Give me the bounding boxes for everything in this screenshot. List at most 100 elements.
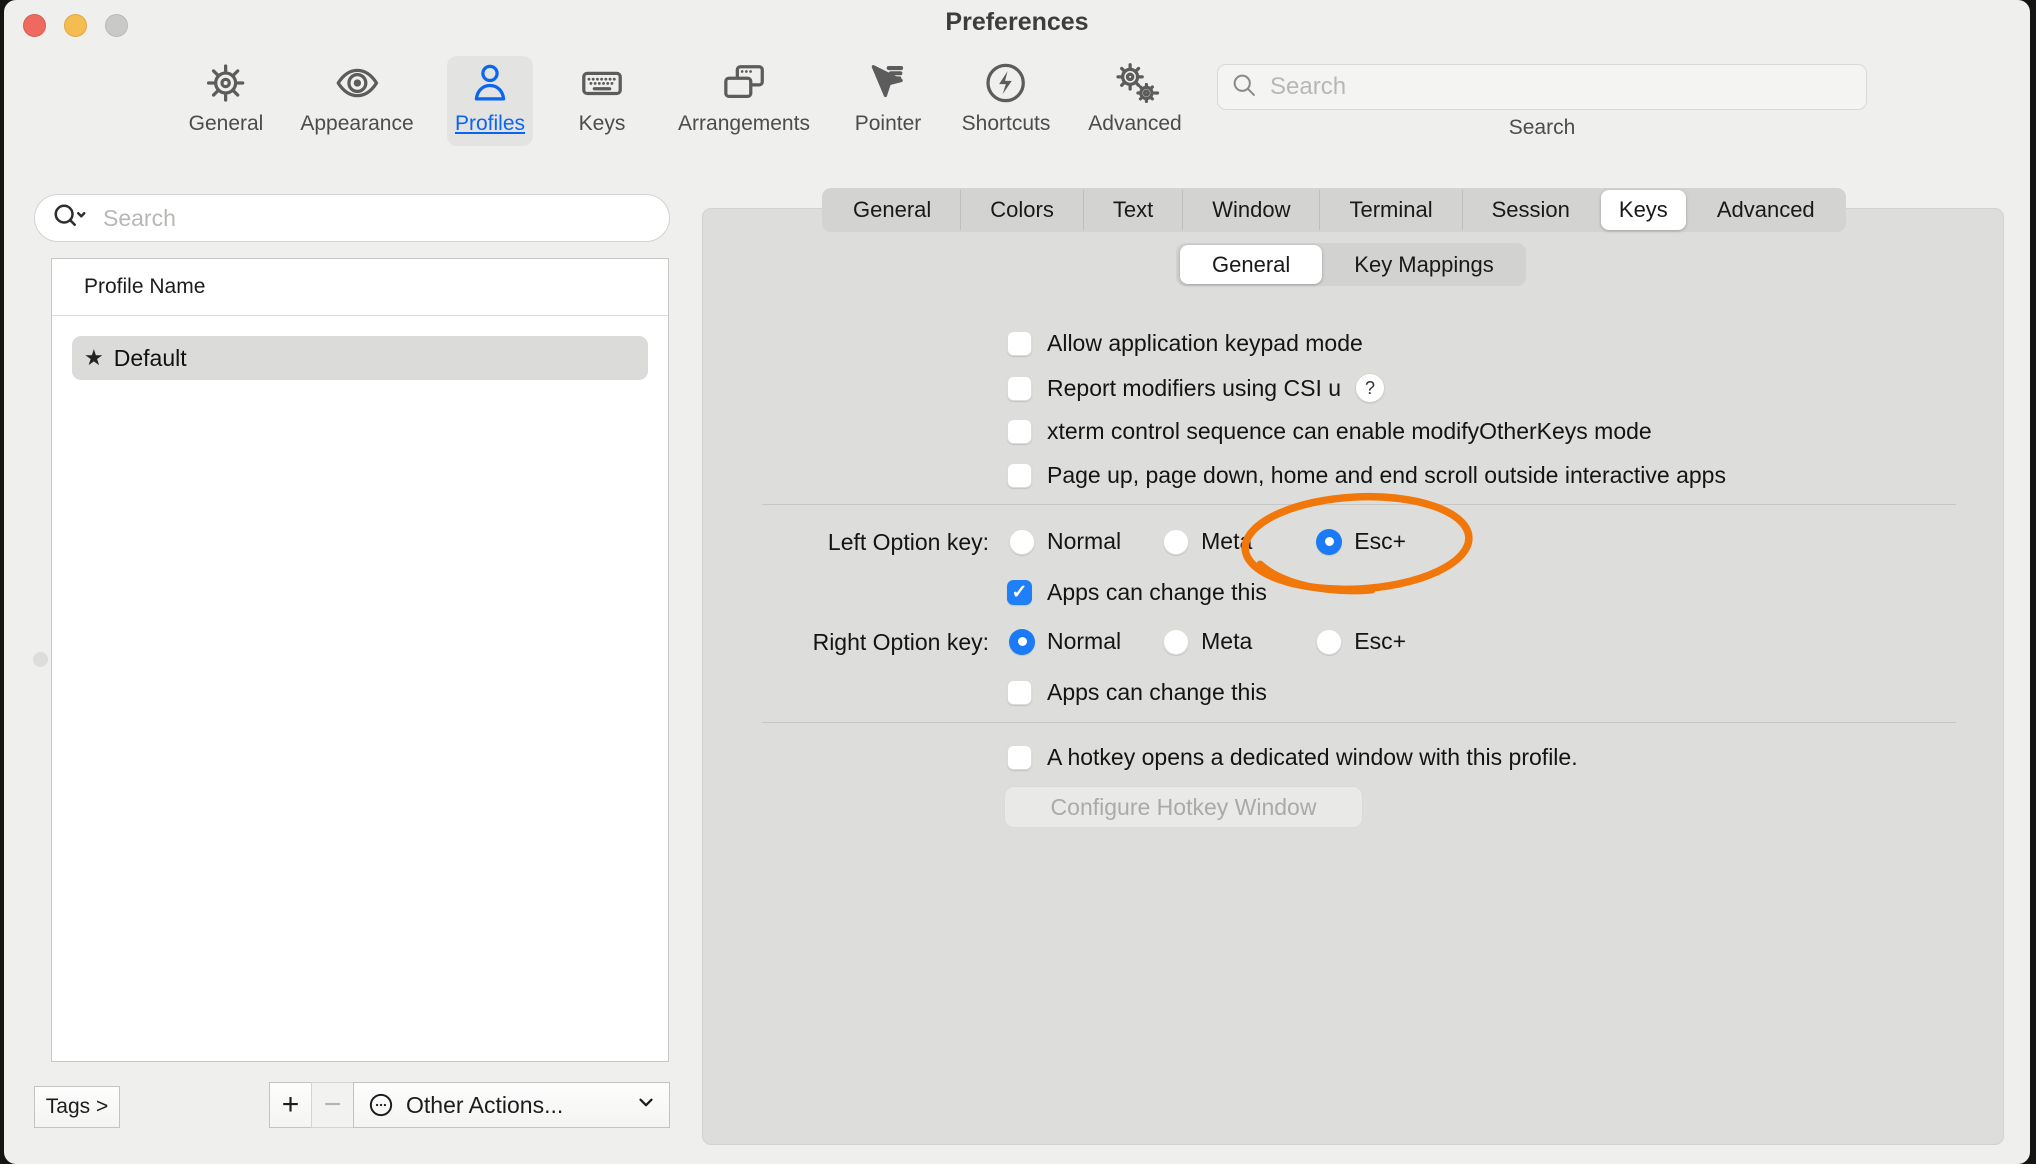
checkbox-row: Page up, page down, home and end scroll … xyxy=(1007,462,1726,489)
double-gear-icon xyxy=(1111,56,1159,110)
checkbox-csi-u[interactable] xyxy=(1007,376,1032,401)
keyboard-icon xyxy=(576,56,628,110)
checkbox-row: xterm control sequence can enable modify… xyxy=(1007,418,1652,445)
profile-search-field[interactable] xyxy=(34,194,670,242)
toolbar-item-general[interactable]: General xyxy=(189,56,264,146)
checkbox-label: Apps can change this xyxy=(1047,679,1267,706)
radio-right-normal[interactable]: Normal xyxy=(1009,628,1121,655)
radio-label: Normal xyxy=(1047,528,1121,555)
toolbar-label: Arrangements xyxy=(678,112,810,136)
tab-general[interactable]: General xyxy=(824,190,960,230)
toolbar-label: Shortcuts xyxy=(962,112,1051,136)
tab-session[interactable]: Session xyxy=(1462,190,1599,230)
bolt-circle-icon xyxy=(983,56,1029,110)
keys-subtab-bar: General Key Mappings xyxy=(1176,243,1526,286)
radio-circle[interactable] xyxy=(1163,529,1189,555)
radio-left-normal[interactable]: Normal xyxy=(1009,528,1121,555)
checkbox-row: Apps can change this xyxy=(1007,579,1267,606)
subtab-key-mappings[interactable]: Key Mappings xyxy=(1324,245,1523,284)
subtab-general[interactable]: General xyxy=(1180,245,1322,284)
help-button[interactable]: ? xyxy=(1356,374,1384,402)
search-icon xyxy=(1230,71,1258,104)
preferences-window: Preferences General Appearance Profiles xyxy=(4,0,2030,1164)
profile-list: Profile Name ★ Default xyxy=(51,258,669,1062)
other-actions-label: Other Actions... xyxy=(406,1092,563,1119)
toolbar-label: General xyxy=(189,112,264,136)
toolbar-item-keys[interactable]: Keys xyxy=(576,56,628,146)
splitter-handle[interactable] xyxy=(33,652,48,667)
checkbox-row: Allow application keypad mode xyxy=(1007,330,1363,357)
radio-left-meta[interactable]: Meta xyxy=(1163,528,1252,555)
toolbar-label: Profiles xyxy=(455,112,525,136)
radio-circle[interactable] xyxy=(1316,529,1342,555)
person-icon xyxy=(467,56,513,110)
checkbox-row: Report modifiers using CSI u ? xyxy=(1007,374,1384,402)
tab-window[interactable]: Window xyxy=(1182,190,1319,230)
other-actions-dropdown[interactable]: Other Actions... xyxy=(353,1082,670,1128)
checkbox-label: Allow application keypad mode xyxy=(1047,330,1363,357)
checkbox-left-apps-can-change[interactable] xyxy=(1007,580,1032,605)
radio-label: Meta xyxy=(1201,628,1252,655)
toolbar-item-advanced[interactable]: Advanced xyxy=(1088,56,1181,146)
ellipsis-circle-icon xyxy=(366,1090,396,1120)
search-menu-icon[interactable] xyxy=(51,201,91,236)
checkbox-label: Page up, page down, home and end scroll … xyxy=(1047,462,1726,489)
profile-row-default[interactable]: ★ Default xyxy=(72,336,648,380)
add-profile-button[interactable]: + xyxy=(269,1082,312,1128)
toolbar-label: Appearance xyxy=(300,112,413,136)
radio-left-esc[interactable]: Esc+ xyxy=(1316,528,1406,555)
radio-label: Meta xyxy=(1201,528,1252,555)
radio-circle[interactable] xyxy=(1163,629,1189,655)
remove-profile-button: − xyxy=(311,1082,354,1128)
checkbox-keypad-mode[interactable] xyxy=(1007,331,1032,356)
cursor-icon xyxy=(865,56,911,110)
toolbar-search-field[interactable] xyxy=(1217,64,1867,110)
radio-label: Normal xyxy=(1047,628,1121,655)
toolbar-label: Pointer xyxy=(855,112,922,136)
profile-name: Default xyxy=(114,345,187,372)
radio-right-esc[interactable]: Esc+ xyxy=(1316,628,1406,655)
gear-icon xyxy=(203,56,249,110)
tab-text[interactable]: Text xyxy=(1083,190,1182,230)
toolbar-item-arrangements[interactable]: Arrangements xyxy=(678,56,810,146)
tags-button[interactable]: Tags > xyxy=(34,1086,120,1128)
toolbar-search-input[interactable] xyxy=(1268,72,1854,102)
profile-tab-bar: General Colors Text Window Terminal Sess… xyxy=(822,188,1846,232)
right-option-key-label: Right Option key: xyxy=(704,629,989,656)
right-option-radio-group: Normal Meta Esc+ xyxy=(1009,628,1406,655)
eye-icon xyxy=(332,56,382,110)
radio-label: Esc+ xyxy=(1354,628,1406,655)
profile-list-header: Profile Name xyxy=(52,259,668,316)
tab-terminal[interactable]: Terminal xyxy=(1319,190,1461,230)
tab-keys[interactable]: Keys xyxy=(1601,190,1686,230)
checkbox-label: A hotkey opens a dedicated window with t… xyxy=(1047,744,1578,771)
radio-circle[interactable] xyxy=(1009,629,1035,655)
window-title: Preferences xyxy=(4,8,2030,37)
toolbar-item-profiles[interactable]: Profiles xyxy=(447,56,533,146)
checkbox-modifyotherkeys[interactable] xyxy=(1007,419,1032,444)
left-option-key-label: Left Option key: xyxy=(704,529,989,556)
checkbox-label: Report modifiers using CSI u xyxy=(1047,375,1341,402)
toolbar-label: Advanced xyxy=(1088,112,1181,136)
checkbox-row: Apps can change this xyxy=(1007,679,1267,706)
checkbox-hotkey-window[interactable] xyxy=(1007,745,1032,770)
radio-label: Esc+ xyxy=(1354,528,1406,555)
profile-search-input[interactable] xyxy=(101,204,653,233)
left-option-radio-group: Normal Meta Esc+ xyxy=(1009,528,1406,555)
toolbar-item-shortcuts[interactable]: Shortcuts xyxy=(962,56,1051,146)
radio-right-meta[interactable]: Meta xyxy=(1163,628,1252,655)
tab-colors[interactable]: Colors xyxy=(960,190,1083,230)
configure-hotkey-window-button: Configure Hotkey Window xyxy=(1004,786,1363,828)
tab-advanced[interactable]: Advanced xyxy=(1688,190,1844,230)
section-divider xyxy=(762,722,1956,723)
section-divider xyxy=(762,504,1956,505)
radio-circle[interactable] xyxy=(1009,529,1035,555)
toolbar-item-appearance[interactable]: Appearance xyxy=(300,56,413,146)
toolbar-item-pointer[interactable]: Pointer xyxy=(855,56,922,146)
checkbox-right-apps-can-change[interactable] xyxy=(1007,680,1032,705)
windows-icon xyxy=(720,56,768,110)
checkbox-scroll-outside[interactable] xyxy=(1007,463,1032,488)
checkbox-label: xterm control sequence can enable modify… xyxy=(1047,418,1652,445)
radio-circle[interactable] xyxy=(1316,629,1342,655)
toolbar-search-label: Search xyxy=(1217,116,1867,140)
